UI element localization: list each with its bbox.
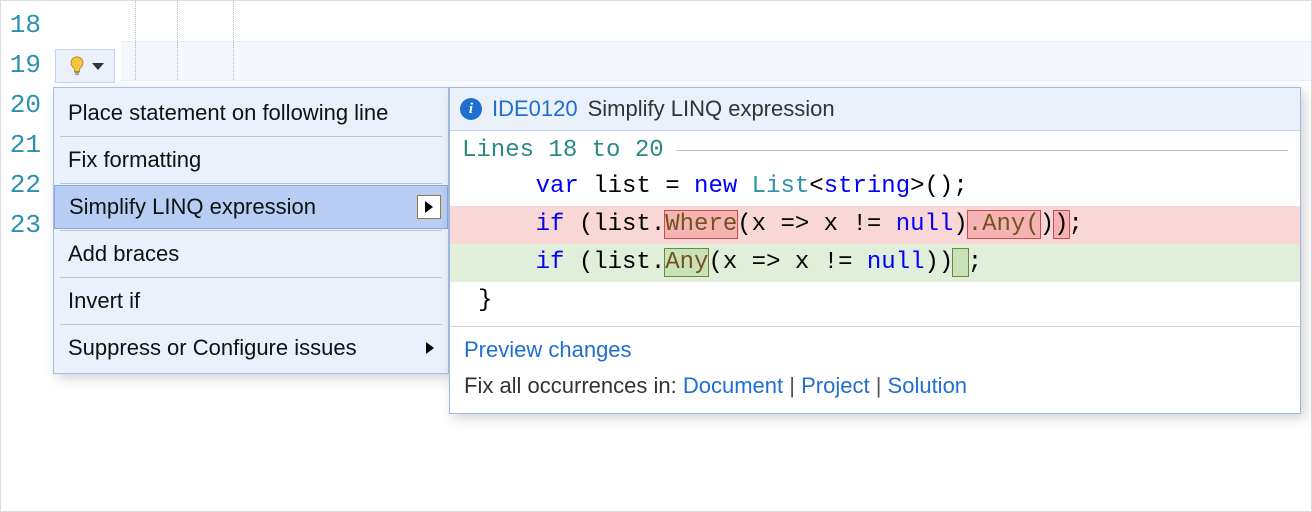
menu-separator	[60, 230, 442, 231]
diff-context-line: }	[450, 282, 1300, 320]
line-number: 19	[1, 45, 51, 85]
line-number: 20	[1, 85, 51, 125]
quick-actions-menu: Place statement on following line Fix fo…	[53, 87, 449, 374]
qa-item-invert-if[interactable]: Invert if	[54, 280, 448, 322]
qa-item-simplify-linq[interactable]: Simplify LINQ expression	[54, 185, 448, 229]
diff-context-line: var list = new List<string>();	[450, 168, 1300, 206]
qa-item-fix-formatting[interactable]: Fix formatting	[54, 139, 448, 181]
rule-id: IDE0120	[492, 96, 578, 122]
fix-all-label: Fix all occurrences in:	[464, 373, 683, 398]
qa-item-add-braces[interactable]: Add braces	[54, 233, 448, 275]
fix-preview-flyout: i IDE0120 Simplify LINQ expression Lines…	[449, 87, 1301, 414]
quick-actions-lightbulb[interactable]	[55, 49, 115, 83]
fix-all-project-link[interactable]: Project	[801, 373, 869, 398]
chevron-right-icon	[425, 201, 433, 213]
submenu-indicator	[417, 195, 441, 219]
preview-footer: Preview changes Fix all occurrences in: …	[450, 326, 1300, 413]
code-editor: 18 19 20 21 22 23 var list = new List<st…	[0, 0, 1312, 512]
line-number: 22	[1, 165, 51, 205]
rule-title: Simplify LINQ expression	[588, 96, 835, 122]
line-number: 18	[1, 5, 51, 45]
fix-all-document-link[interactable]: Document	[683, 373, 783, 398]
lightbulb-icon	[66, 55, 88, 77]
chevron-down-icon	[92, 63, 104, 70]
code-line[interactable]: if (list.Where(x => x != null).Any());	[121, 41, 1311, 81]
diff-removed-line: if (list.Where(x => x != null).Any());	[450, 206, 1300, 244]
menu-separator	[60, 183, 442, 184]
qa-item-suppress-configure[interactable]: Suppress or Configure issues	[54, 327, 448, 369]
code-area[interactable]: var list = new List<string>(); if (list.…	[121, 1, 1311, 81]
diff-range-header: Lines 18 to 20	[450, 135, 1300, 168]
menu-separator	[60, 136, 442, 137]
preview-header: i IDE0120 Simplify LINQ expression	[450, 88, 1300, 131]
fix-all-solution-link[interactable]: Solution	[888, 373, 968, 398]
diff-added-line: if (list.Any(x => x != null)) ;	[450, 244, 1300, 282]
info-icon: i	[460, 98, 482, 120]
menu-separator	[60, 277, 442, 278]
line-number: 21	[1, 125, 51, 165]
submenu-indicator	[418, 336, 442, 360]
line-number: 23	[1, 205, 51, 245]
preview-changes-link[interactable]: Preview changes	[464, 337, 632, 362]
code-line[interactable]: var list = new List<string>();	[121, 1, 1311, 41]
diff-block: Lines 18 to 20 var list = new List<strin…	[450, 131, 1300, 326]
menu-separator	[60, 324, 442, 325]
line-number-gutter: 18 19 20 21 22 23	[1, 1, 51, 511]
chevron-right-icon	[426, 342, 434, 354]
qa-item-place-statement[interactable]: Place statement on following line	[54, 92, 448, 134]
